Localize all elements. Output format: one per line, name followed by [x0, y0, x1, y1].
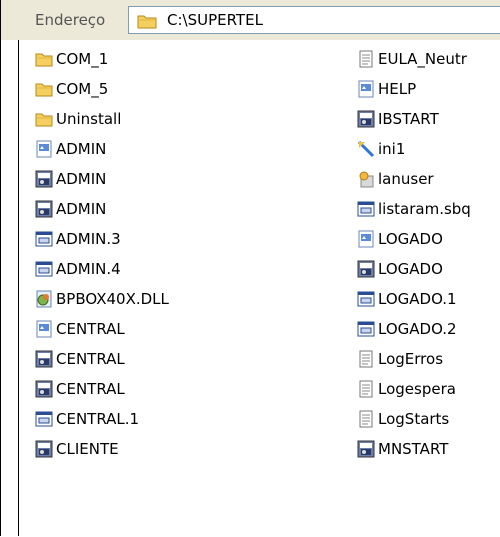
file-name-label: Logespera	[378, 380, 456, 398]
file-name-label: ADMIN	[56, 200, 107, 218]
file-name-label: EULA_Neutr	[378, 50, 467, 68]
file-name-label: CENTRAL	[56, 380, 125, 398]
window-file-icon	[357, 201, 375, 217]
file-name-label: CENTRAL	[56, 320, 125, 338]
program-icon	[35, 200, 53, 218]
address-field[interactable]: C:\SUPERTEL	[128, 6, 500, 34]
ini-icon	[357, 140, 375, 158]
window-file-icon	[35, 231, 53, 247]
window-file-icon	[35, 411, 53, 427]
program-icon	[35, 440, 53, 458]
program-icon	[35, 350, 53, 368]
file-icon	[358, 230, 374, 248]
folder-icon	[35, 113, 53, 127]
user-icon	[359, 171, 374, 188]
folder-icon	[35, 53, 53, 67]
text-file-icon	[359, 410, 373, 428]
program-icon	[35, 380, 53, 398]
file-name-label: COM_5	[56, 80, 109, 98]
file-icon	[36, 140, 52, 158]
file-name-label: lanuser	[378, 170, 434, 188]
address-toolbar: Endereço C:\SUPERTEL	[0, 0, 500, 536]
file-name-label: ADMIN	[56, 170, 107, 188]
file-name-label: LOGADO	[378, 230, 443, 248]
file-name-label: ADMIN	[56, 140, 107, 158]
file-name-label: CENTRAL.1	[56, 410, 140, 428]
text-file-icon	[359, 380, 373, 398]
file-name-label: LOGADO.1	[378, 290, 457, 308]
dll-icon	[36, 290, 52, 308]
file-name-label: MNSTART	[378, 440, 449, 458]
file-name-label: LOGADO	[378, 260, 443, 278]
file-icon	[36, 320, 52, 338]
file-name-label: BPBOX40X.DLL	[56, 290, 169, 308]
list-left-edge	[18, 40, 19, 536]
file-name-label: ADMIN.4	[56, 260, 121, 278]
program-icon	[35, 170, 53, 188]
program-icon	[357, 440, 375, 458]
program-icon	[357, 110, 375, 128]
file-name-label: ADMIN.3	[56, 230, 121, 248]
file-name-label: CLIENTE	[56, 440, 119, 458]
address-path: C:\SUPERTEL	[167, 11, 263, 29]
file-name-label: COM_1	[56, 50, 109, 68]
text-file-icon	[359, 350, 373, 368]
file-name-label: listaram.sbq	[378, 200, 471, 218]
program-icon	[357, 260, 375, 278]
file-icon	[358, 80, 374, 98]
window-file-icon	[357, 291, 375, 307]
address-label: Endereço	[35, 11, 106, 29]
file-name-label: ini1	[378, 140, 406, 158]
text-file-icon	[359, 50, 373, 68]
folder-icon	[137, 15, 157, 29]
file-name-label: LOGADO.2	[378, 320, 457, 338]
file-name-label: HELP	[378, 80, 417, 98]
file-name-label: LogErros	[378, 350, 444, 368]
window-file-icon	[35, 261, 53, 277]
file-name-label: CENTRAL	[56, 350, 125, 368]
folder-icon	[35, 83, 53, 97]
file-name-label: IBSTART	[378, 110, 439, 128]
window-file-icon	[357, 321, 375, 337]
file-name-label: Uninstall	[56, 110, 122, 128]
file-name-label: LogStarts	[378, 410, 450, 428]
